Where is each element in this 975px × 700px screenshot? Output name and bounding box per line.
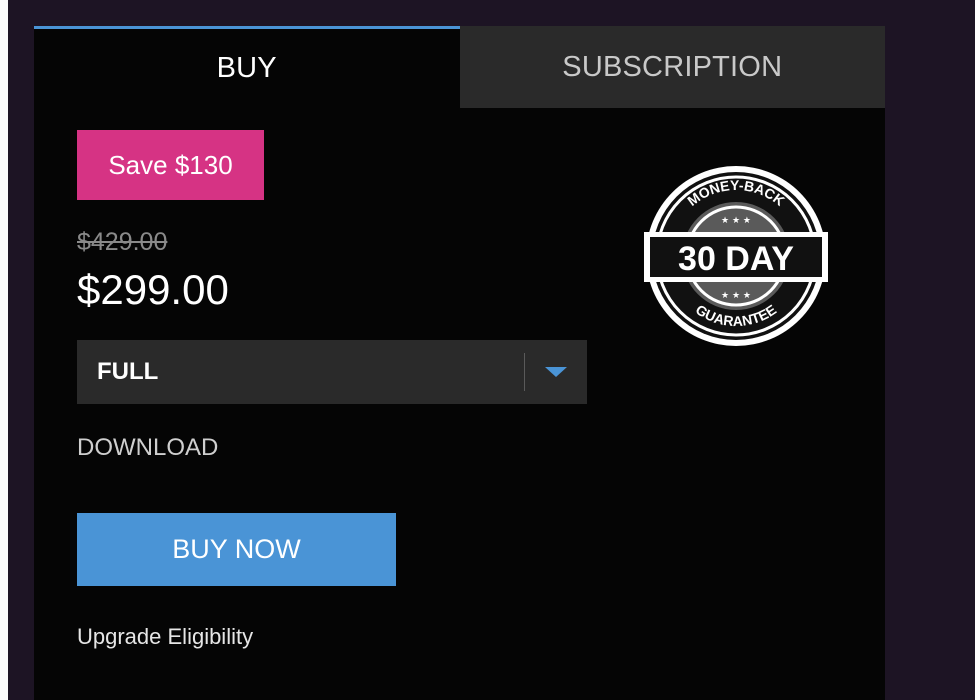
- save-badge: Save $130: [77, 130, 264, 200]
- upgrade-eligibility-link[interactable]: Upgrade Eligibility: [77, 624, 253, 650]
- original-price: $429.00: [77, 228, 168, 256]
- purchase-tabs: BUY SUBSCRIPTION: [34, 26, 885, 108]
- tab-buy[interactable]: BUY: [34, 26, 460, 108]
- seal-main-text: 30 DAY: [678, 240, 794, 278]
- edition-select[interactable]: FULL: [77, 340, 587, 404]
- delivery-label: DOWNLOAD: [77, 434, 219, 461]
- current-price: $299.00: [77, 266, 229, 313]
- edition-select-value: FULL: [97, 358, 159, 385]
- money-back-guarantee-icon: MONEY-BACK 30 DAY GUARANTEE ★ ★ ★ ★ ★ ★: [640, 160, 832, 352]
- left-edge-strip: [0, 0, 8, 700]
- page: BUY SUBSCRIPTION Save $130 $429.00 $299.…: [0, 0, 975, 700]
- select-divider: [524, 353, 525, 391]
- tab-subscription[interactable]: SUBSCRIPTION: [459, 26, 885, 108]
- buy-now-button[interactable]: BUY NOW: [77, 513, 396, 586]
- svg-text:★ ★ ★: ★ ★ ★: [721, 216, 751, 226]
- purchase-panel: BUY SUBSCRIPTION Save $130 $429.00 $299.…: [34, 26, 885, 700]
- chevron-down-icon[interactable]: [545, 367, 567, 377]
- svg-text:★ ★ ★: ★ ★ ★: [721, 291, 751, 301]
- guarantee-seal: MONEY-BACK 30 DAY GUARANTEE ★ ★ ★ ★ ★ ★: [644, 166, 828, 346]
